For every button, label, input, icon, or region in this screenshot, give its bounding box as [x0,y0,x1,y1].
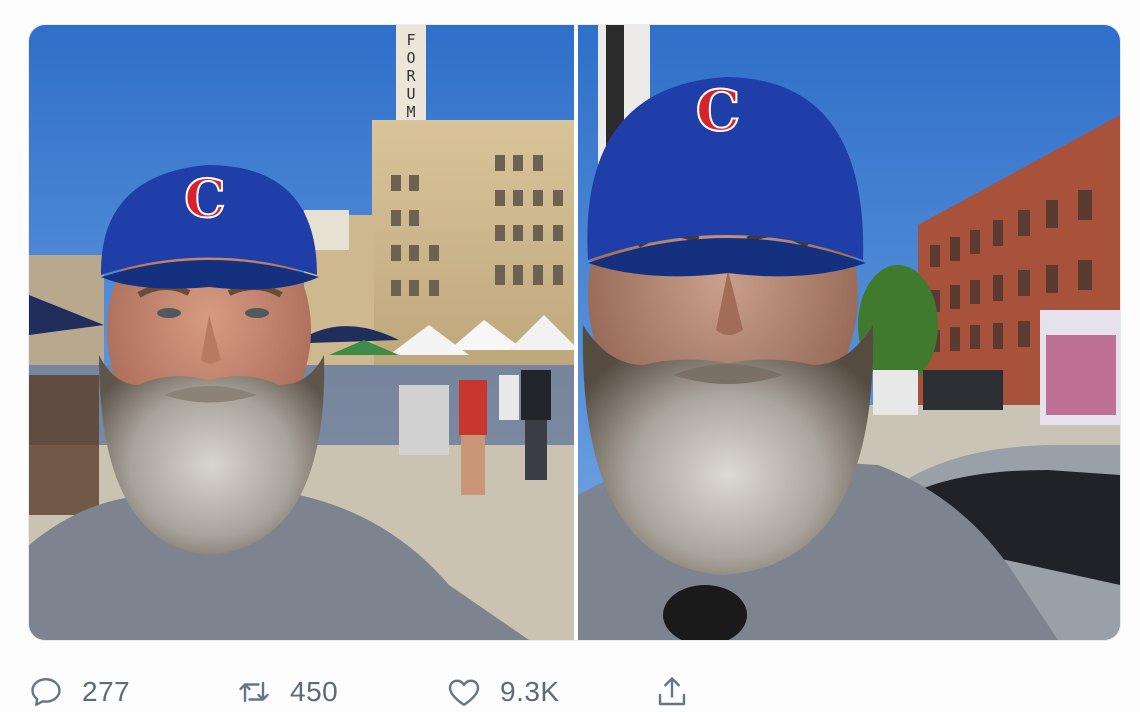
share-icon [654,674,690,710]
tweet-photo-left[interactable]: FORUM C [29,25,574,640]
reply-icon [28,674,64,710]
photo-left-image: FORUM C [29,25,574,640]
retweet-button[interactable]: 450 [236,672,338,712]
tweet-media-grid[interactable]: FORUM C C [29,25,1120,640]
cap-logo-right: C [696,78,741,144]
retweet-icon [236,674,272,710]
like-button[interactable]: 9.3K [446,672,560,712]
tweet-card: FORUM C C 277 450 9.3K [0,0,1140,712]
heart-icon [446,674,482,710]
photo-right-image: C [578,25,1120,640]
retweet-count: 450 [290,676,339,707]
share-button[interactable] [654,672,690,712]
like-count: 9.3K [500,676,560,707]
cap-logo-left: C [184,169,225,230]
tweet-photo-right[interactable]: C [578,25,1120,640]
reply-button[interactable]: 277 [28,672,130,712]
tweet-action-bar: 277 450 9.3K [28,672,728,712]
reply-count: 277 [82,676,131,707]
tower-sign-text: FORUM [406,31,416,121]
